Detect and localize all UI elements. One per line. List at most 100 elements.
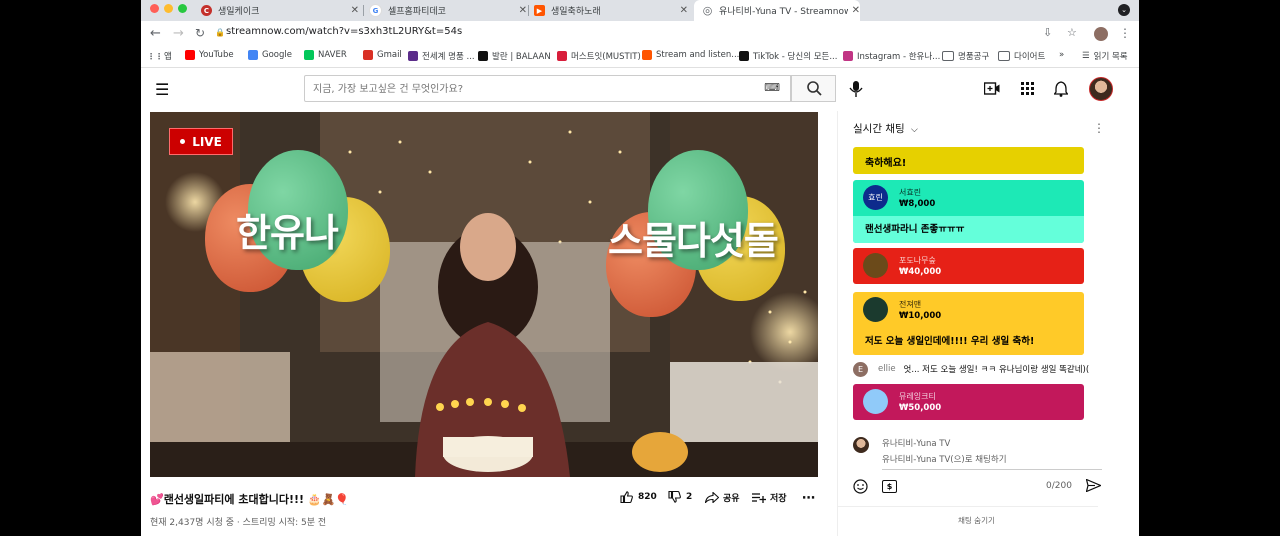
soundcloud-icon [642,50,652,60]
bookmarks-overflow-icon[interactable]: » [1059,50,1064,60]
profile-avatar[interactable] [1094,27,1108,41]
close-tab-icon[interactable]: ✕ [852,5,860,16]
superchat-amount: ₩40,000 [899,267,942,277]
chat-message-text: 엇... 저도 오늘 생일! ㅋㅋ 유나님이랑 생일 똑같네)( [903,365,1090,375]
bookmark-item[interactable]: 전세계 명품 ... [408,50,475,62]
youtube-icon [185,50,195,60]
emoji-icon[interactable] [853,479,868,494]
superchat-amount: ₩8,000 [899,199,936,209]
bookmark-item[interactable]: 발란 | BALAAN [478,50,551,62]
dislike-button[interactable]: 2 [668,491,692,503]
reload-icon[interactable]: ↻ [195,26,205,40]
minimize-window-button[interactable] [164,4,173,13]
bookmark-item[interactable]: 다이어트 [998,50,1045,62]
bookmark-label: Instagram - 한유나... [857,52,941,62]
url-field[interactable]: streamnow.com/watch?v=s3xh3tL2URY&t=54s [226,26,462,37]
search-input[interactable] [305,76,755,102]
notifications-bell-icon[interactable] [1054,81,1068,97]
install-icon[interactable]: ⇩ [1043,26,1052,39]
mustit-icon [557,51,567,61]
bookmark-star-icon[interactable]: ☆ [1067,26,1077,39]
share-button[interactable]: 공유 [705,491,740,504]
dislike-count: 2 [686,492,693,502]
bookmark-label: 전세계 명품 ... [422,52,475,62]
reading-list-button[interactable]: ☰ 읽기 목록 [1082,50,1128,62]
bookmark-item[interactable]: YouTube [185,50,234,60]
forward-arrow-icon[interactable]: → [173,26,184,41]
live-chat-panel: 실시간 채팅 ⌵ ⋮ 축하해요! 효린 서효린 ₩8,000 랜선생파라니 존좋ㅠㅠㅠ… [837,111,1128,536]
bookmark-item[interactable]: Gmail [363,50,402,60]
microphone-icon[interactable] [849,81,863,97]
tab-title: 생일축하노래 [551,7,601,17]
share-arrow-icon [705,492,719,503]
bookmark-item[interactable]: ⋮⋮ 앱 [147,50,172,63]
back-arrow-icon[interactable]: ← [150,26,161,41]
superchat-amount: ₩50,000 [899,403,942,413]
close-tab-icon[interactable]: ✕ [680,5,688,16]
pinned-message: 축하해요! [853,147,1084,174]
bookmark-item[interactable]: TikTok - 당신의 모든... [739,50,837,62]
chevron-down-icon: ⌵ [910,125,918,135]
kebab-menu-icon[interactable]: ⋮ [1119,26,1131,40]
live-badge: LIVE [169,128,233,155]
account-avatar[interactable] [1089,77,1113,101]
tab-search-icon[interactable]: ⌄ [1118,4,1130,16]
tab-streamnow[interactable]: ◎ 유나티비-Yuna TV - Streamnow ✕ [694,0,860,21]
video-title: 💕랜선생일파티에 초대합니다!!! 🎂🧸🎈 [150,493,349,506]
add-to-playlist-icon [752,493,766,503]
superchat-author: 전져맨 [899,300,922,309]
bookmark-item[interactable]: Instagram - 한유나... [843,50,940,62]
bookmark-item[interactable]: Google [248,50,292,60]
tab-title: 유나티비-Yuna TV - Streamnow [719,7,848,17]
bookmarks-bar: ⋮⋮ 앱 YouTube Google NAVER Gmail 전세계 명품 ... 발란 |… [141,47,1139,68]
lock-icon[interactable]: 🔒 [215,28,225,37]
chat-message: E ellie 엇... 저도 오늘 생일! ㅋㅋ 유나님이랑 생일 똑같네)( [853,360,1113,378]
browser-window: C 생일케이크 ✕ G 셀프홈파티데코 ✕ ▶ 생일축하노래 ✕ ◎ 유나티비-… [141,0,1139,536]
close-tab-icon[interactable]: ✕ [519,5,527,16]
super-chat-dollar-icon[interactable]: $ [882,480,897,493]
naver-icon [304,50,314,60]
close-window-button[interactable] [150,4,159,13]
search-box[interactable]: ⌨ [304,75,791,102]
bookmark-label: YouTube [199,50,234,60]
gmail-icon [363,50,373,60]
hamburger-menu-icon[interactable]: ☰ [155,80,169,99]
bookmark-label: NAVER [318,50,347,60]
bookmark-item[interactable]: Stream and listen... [642,50,739,60]
hide-chat-button[interactable]: 채팅 숨기기 [958,515,995,526]
bookmark-item[interactable]: 명품공구 [942,50,989,62]
google-icon: G [369,4,382,17]
send-icon[interactable] [1086,479,1101,492]
save-button[interactable]: 저장 [752,491,787,504]
thumbs-down-icon [668,491,681,503]
chat-header[interactable]: 실시간 채팅 ⌵ [853,121,918,136]
apps-grid-icon[interactable] [1021,82,1034,95]
chat-user-name: 유나티비-Yuna TV [882,439,951,449]
tab-birthday-song[interactable]: ▶ 생일축하노래 ✕ [534,0,688,21]
video-player[interactable]: 한유나 스물다섯돌 LIVE [150,112,818,477]
more-actions-icon[interactable]: ⋯ [802,491,815,506]
bookmark-item[interactable]: NAVER [304,50,347,60]
save-label: 저장 [770,494,787,504]
search-button[interactable] [791,75,836,102]
close-tab-icon[interactable]: ✕ [351,5,359,16]
tab-party-deco[interactable]: G 셀프홈파티데코 ✕ [369,0,527,21]
superchat-message: 랜선생파라니 존좋ㅠㅠㅠ [853,216,1084,243]
globe-icon: ◎ [702,4,713,17]
chat-menu-icon[interactable]: ⋮ [1093,121,1105,135]
bookmark-item[interactable]: 머스트잇(MUSTIT) [557,50,641,62]
share-label: 공유 [723,494,740,504]
chat-author-avatar: E [853,361,868,377]
superchat-message: 저도 오늘 생일인데에!!!! 우리 생일 축하! [853,328,1084,355]
bookmark-label: Stream and listen... [656,50,740,60]
bookmark-label: Google [262,50,292,60]
overlay-name-text: 한유나 [236,211,339,255]
create-video-icon[interactable] [984,82,1000,96]
maximize-window-button[interactable] [178,4,187,13]
like-button[interactable]: 820 [620,491,657,503]
chat-header-label: 실시간 채팅 [853,123,905,135]
keyboard-icon[interactable]: ⌨ [764,81,780,94]
search-icon [807,81,822,96]
tab-birthday-cake[interactable]: C 생일케이크 ✕ [201,0,359,21]
chat-user-avatar [853,437,869,453]
